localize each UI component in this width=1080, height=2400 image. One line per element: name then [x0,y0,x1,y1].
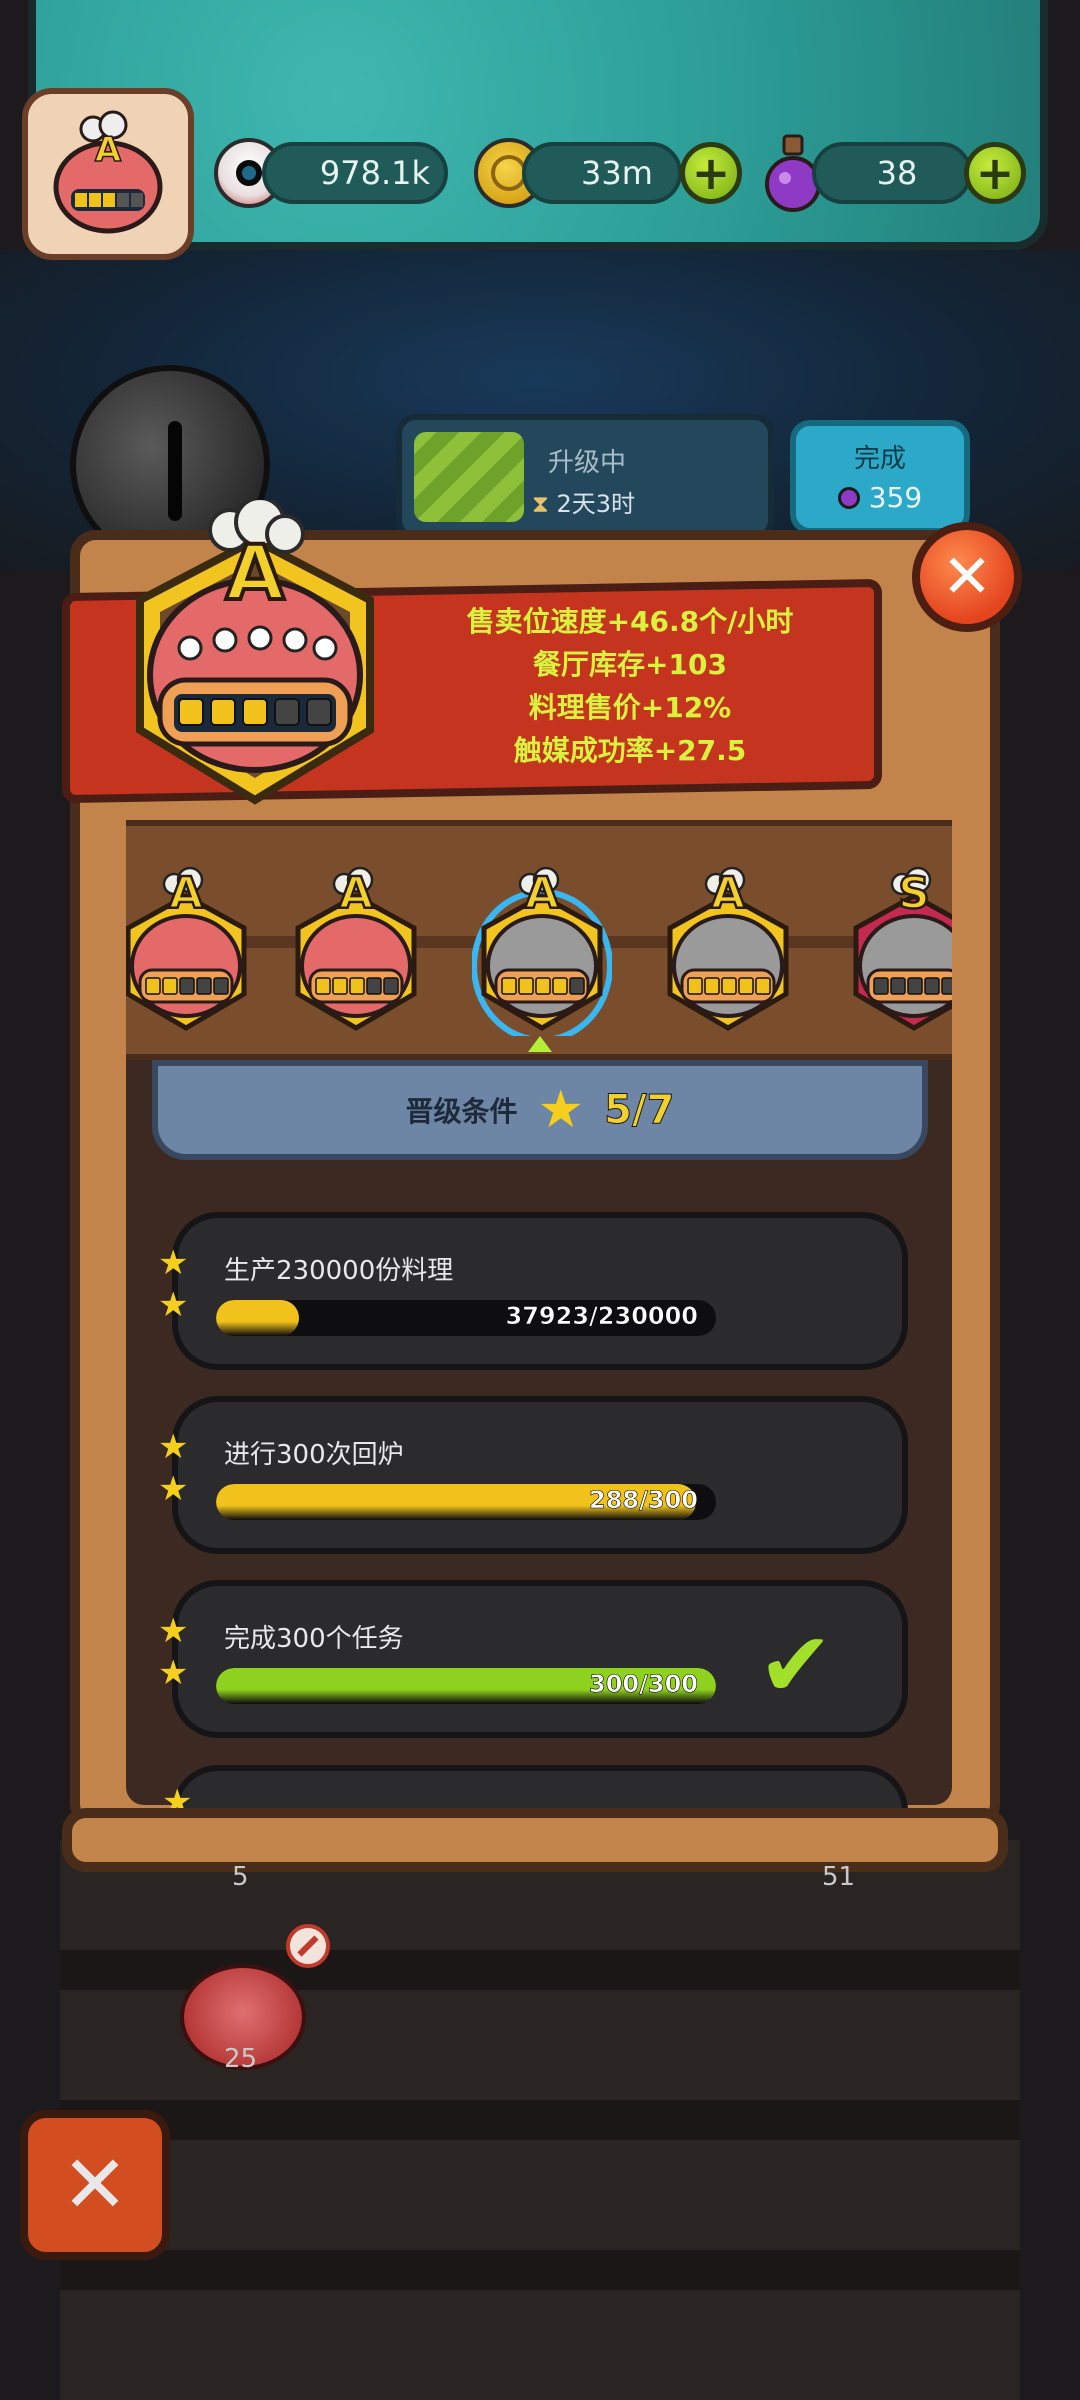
eyes-value: 978.1k [319,154,431,192]
grade-letter: A [524,867,561,921]
progress-text: 300/300 [589,1670,699,1699]
grade-letter: A [168,867,205,921]
grade-carousel[interactable]: AAAAS [126,820,952,1060]
complete-cost: 359 [796,481,964,514]
check-icon: ✔ [758,1613,834,1718]
star-icon: ★ [158,1427,189,1467]
big-badge-level [178,698,338,728]
progress-fill [216,1300,299,1336]
condition-progress-bar: 288/300 [216,1484,716,1520]
potion-icon [837,487,860,509]
no-entry-icon [286,1924,330,1968]
close-icon: ✕ [61,2138,129,2231]
hourglass-icon: ⧗ [532,490,549,518]
upgrade-progress-fill [414,432,524,522]
bonus-list: 售卖位速度+46.8个/小时 餐厅库存+103 料理售价+12% 触媒成功率+2… [400,600,860,772]
upgrade-time: 2天3时 [556,490,636,518]
grade-badge-1[interactable]: A [126,866,256,1036]
requirements-label: 晋级条件 [405,1095,518,1128]
bonus-item: 餐厅库存+103 [533,648,727,681]
svg-text:A: A [95,130,122,170]
bonus-item: 料理售价+12% [528,691,732,724]
big-badge-grade: A [224,526,287,619]
progress-text: 288/300 [589,1486,699,1515]
plus-icon: + [975,146,1015,200]
condition-card: 生产230000份料理 37923/230000 [172,1212,908,1370]
upgrade-status-box: 升级中 ⧗ 2天3时 [396,414,774,540]
complete-now-button[interactable]: 完成 359 [790,420,970,534]
bonus-item: 售卖位速度+46.8个/小时 [466,605,794,638]
panel-bottom-edge [62,1808,1008,1872]
slot-number: 51 [822,1862,856,1892]
condition-title: 生产230000份料理 [224,1256,454,1286]
complete-cost-value: 359 [868,481,923,514]
shelf-background [60,1840,1020,2400]
requirements-count: 5/7 [604,1087,675,1134]
level-segment [242,698,268,726]
level-segment [178,698,204,726]
star-icon: ★ [158,1285,189,1325]
grade-letter: A [338,867,375,921]
coins-counter: 33m [522,142,682,204]
potions-value: 38 [876,154,918,192]
close-icon: ✕ [941,542,993,612]
bonus-item: 触媒成功率+27.5 [513,734,747,767]
condition-card: 完成300个任务 300/300 ✔ [172,1580,908,1738]
star-icon: ★ [158,1611,189,1651]
level-segment [210,698,236,726]
grade-letter: A [710,867,747,921]
add-potions-button[interactable]: + [964,142,1026,204]
current-grade-badge: A [120,496,390,810]
close-bottom-button[interactable]: ✕ [20,2110,170,2260]
condition-progress-bar: 37923/230000 [216,1300,716,1336]
grade-letter: S [897,867,931,921]
badge-row: AAAAS [126,866,952,1046]
upgrade-label: 升级中 [548,448,627,478]
star-icon: ★ [537,1080,585,1140]
condition-title: 进行300次回炉 [224,1440,404,1470]
star-icon: ★ [158,1653,189,1693]
close-panel-button[interactable]: ✕ [912,522,1022,632]
coins-value: 33m [581,154,653,192]
slot-number: 25 [224,2044,258,2074]
player-avatar[interactable]: A [22,88,194,260]
add-coins-button[interactable]: + [680,142,742,204]
complete-label: 完成 [853,444,906,474]
condition-card: 进行300次回炉 288/300 [172,1396,908,1554]
level-segment [274,698,300,726]
slot-number: 5 [232,1862,249,1892]
star-icon: ★ [158,1243,189,1283]
potions-counter: 38 [812,142,972,204]
selected-indicator-icon [528,1036,552,1052]
grade-badge-5[interactable]: S [844,866,952,1036]
condition-progress-bar: 300/300 [216,1668,716,1704]
plus-icon: + [691,146,731,200]
grade-badge-3[interactable]: A [471,866,613,1043]
requirements-header: 晋级条件 ★ 5/7 [152,1060,928,1160]
eyes-counter: 978.1k [262,142,448,204]
condition-title: 完成300个任务 [224,1624,404,1654]
grade-badge-4[interactable]: A [658,866,798,1036]
star-icon: ★ [158,1469,189,1509]
grade-badge-2[interactable]: A [286,866,426,1036]
progress-text: 37923/230000 [505,1302,698,1331]
upgrade-timer: ⧗ 2天3时 [532,484,635,519]
level-segment [306,698,332,726]
monster-avatar-icon: A [53,110,163,234]
